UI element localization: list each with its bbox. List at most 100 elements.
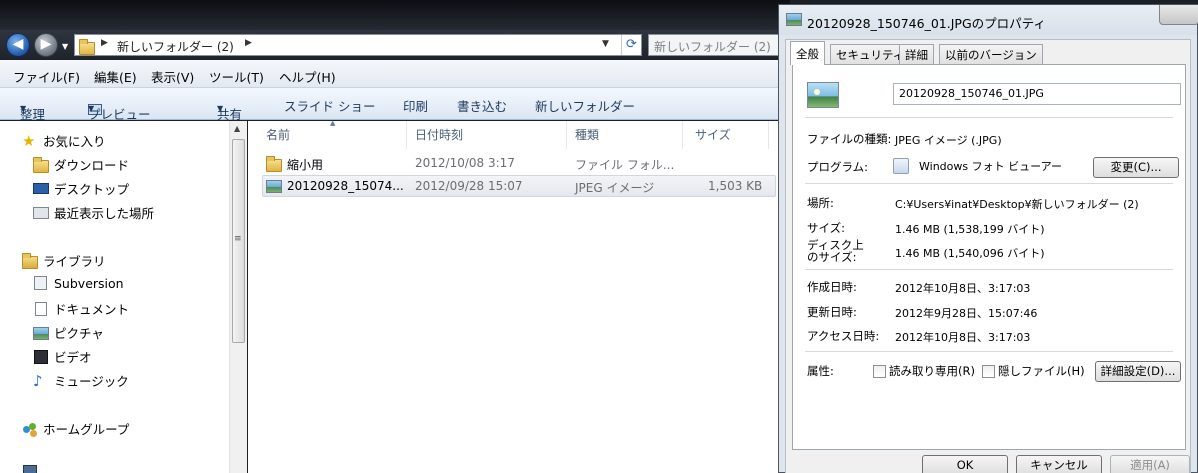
filetype-value: JPEG イメージ (.JPG)	[895, 134, 1002, 147]
menu-edit[interactable]: 編集(E)	[94, 67, 137, 86]
photo-viewer-icon	[893, 158, 909, 174]
breadcrumb-separator-icon[interactable]: ▶	[101, 38, 108, 48]
checkbox-box[interactable]	[982, 364, 995, 378]
menu-tools[interactable]: ツール(T)	[209, 67, 264, 86]
computer-icon	[22, 463, 38, 473]
nav-item-favorites[interactable]: ★ お気に入り	[22, 131, 106, 150]
chevron-down-icon: ▼	[88, 104, 95, 113]
column-divider[interactable]	[682, 121, 683, 149]
close-button[interactable]	[1159, 5, 1198, 25]
change-program-button[interactable]: 変更(C)...	[1093, 157, 1179, 178]
disk-size-value: 1.46 MB (1,540,096 バイト)	[895, 247, 1045, 260]
separator	[805, 117, 1173, 118]
column-divider[interactable]	[768, 121, 769, 149]
disk-size-label-line2: のサイズ:	[807, 250, 857, 264]
column-header-name[interactable]: 名前	[266, 126, 290, 143]
menu-view[interactable]: 表示(V)	[151, 67, 194, 86]
nav-label: ドキュメント	[54, 302, 130, 317]
nav-label: ピクチャ	[54, 326, 104, 341]
print-button[interactable]: 印刷	[403, 96, 428, 115]
nav-item-computer[interactable]	[22, 463, 43, 473]
sort-ascending-icon: ▲	[330, 119, 336, 127]
advanced-button[interactable]: 詳細設定(D)...	[1095, 361, 1181, 382]
library-icon	[22, 252, 38, 269]
tab-previous-versions[interactable]: 以前のバージョン	[939, 44, 1043, 64]
ok-button[interactable]: OK	[922, 455, 1008, 473]
column-divider[interactable]	[566, 121, 567, 149]
nav-item-homegroup[interactable]: ホームグループ	[22, 419, 129, 438]
readonly-checkbox[interactable]: 読み取り専用(R)	[873, 363, 975, 379]
size-value: 1.46 MB (1,538,199 バイト)	[895, 223, 1045, 236]
tab-details[interactable]: 詳細	[899, 44, 934, 64]
chevron-down-icon: ▼	[217, 104, 224, 113]
column-header-type[interactable]: 種類	[575, 126, 599, 143]
nav-label: ライブラリ	[43, 254, 106, 269]
menu-help[interactable]: ヘルプ(H)	[279, 67, 336, 86]
filename-field[interactable]: 20120928_150746_01.JPG	[893, 83, 1181, 105]
checkbox-label: 隠しファイル(H)	[998, 364, 1085, 378]
menu-file[interactable]: ファイル(F)	[13, 67, 80, 86]
nav-item-documents[interactable]: ドキュメント	[33, 299, 129, 318]
column-header-size[interactable]: サイズ	[695, 126, 731, 143]
address-bar[interactable]: ▶ 新しいフォルダー (2) ▶ ▼ ⟳	[74, 34, 642, 56]
filetype-label: ファイルの種類:	[807, 132, 892, 146]
recent-places-icon	[33, 205, 49, 221]
nav-item-desktop[interactable]: デスクトップ	[33, 179, 129, 198]
file-type: ファイル フォル...	[575, 158, 675, 172]
back-button[interactable]: ◀	[6, 33, 30, 57]
search-input[interactable]: 新しいフォルダー (2)	[648, 34, 788, 56]
explorer-window: ◀ ▶ ▼ ▶ 新しいフォルダー (2) ▶ ▼ ⟳ 新しいフォルダー (2) …	[0, 0, 790, 473]
column-label: 名前	[266, 128, 291, 142]
nav-label: ダウンロード	[54, 158, 130, 173]
command-bar: 整理 ▼ プレビュー ▼ 共有 ▼ スライド ショー 印刷 書き込む 新しいフォ…	[0, 88, 790, 122]
slideshow-button[interactable]: スライド ショー	[284, 96, 375, 115]
nav-item-music[interactable]: ♪ ミュージック	[33, 371, 129, 390]
modified-value: 2012年9月28日、15:07:46	[895, 307, 1038, 320]
created-value: 2012年10月8日、3:17:03	[895, 282, 1031, 295]
dialog-title-bar[interactable]: 20120928_150746_01.JPGのプロパティ	[779, 5, 1198, 35]
refresh-icon[interactable]: ⟳	[621, 35, 641, 55]
chevron-down-icon: ▼	[20, 104, 27, 113]
nav-item-libraries[interactable]: ライブラリ	[22, 251, 106, 270]
address-bar-area: ◀ ▶ ▼ ▶ 新しいフォルダー (2) ▶ ▼ ⟳ 新しいフォルダー (2)	[0, 30, 790, 60]
nav-item-recent-places[interactable]: 最近表示した場所	[33, 203, 154, 222]
hidden-checkbox[interactable]: 隠しファイル(H)	[982, 363, 1085, 379]
file-row-jpeg[interactable]: 20120928_15074... 2012/09/28 15:07 JPEG …	[262, 175, 776, 197]
file-type: JPEG イメージ	[575, 181, 655, 195]
navigation-pane: ★ お気に入り ダウンロード デスクトップ 最近表示した場所 ライブラリ Sub…	[0, 121, 247, 473]
column-divider[interactable]	[406, 121, 407, 149]
program-label: プログラム:	[807, 160, 869, 174]
modified-label: 更新日時:	[807, 305, 857, 319]
nav-item-downloads[interactable]: ダウンロード	[33, 155, 129, 174]
nav-label: 最近表示した場所	[54, 206, 155, 221]
scroll-up-icon[interactable]: ▲	[234, 124, 240, 133]
dialog-body: 全般 セキュリティ 詳細 以前のバージョン 20120928_150746_01…	[785, 39, 1191, 473]
homegroup-icon	[22, 421, 38, 437]
videos-icon	[33, 349, 49, 365]
nav-item-pictures[interactable]: ピクチャ	[33, 323, 104, 342]
nav-label: ビデオ	[54, 350, 92, 365]
nav-item-videos[interactable]: ビデオ	[33, 347, 92, 366]
program-value: Windows フォト ビューアー	[919, 160, 1062, 173]
breadcrumb-separator-icon[interactable]: ▶	[245, 38, 252, 48]
file-date: 2012/09/28 15:07	[415, 179, 523, 193]
column-header-date[interactable]: 日付時刻	[415, 126, 463, 143]
separator	[805, 351, 1173, 352]
breadcrumb-current-folder[interactable]: 新しいフォルダー (2)	[117, 38, 234, 55]
burn-button[interactable]: 書き込む	[457, 96, 507, 115]
apply-button[interactable]: 適用(A)	[1110, 455, 1190, 473]
recent-pages-dropdown-icon[interactable]: ▼	[62, 42, 68, 51]
new-folder-button[interactable]: 新しいフォルダー	[535, 96, 635, 115]
nav-item-subversion[interactable]: Subversion	[33, 275, 124, 291]
checkbox-box[interactable]	[873, 364, 886, 378]
documents-icon	[33, 301, 49, 317]
nav-label: デスクトップ	[54, 182, 130, 197]
star-icon: ★	[22, 131, 36, 150]
address-dropdown-icon[interactable]: ▼	[602, 39, 609, 49]
forward-button[interactable]: ▶	[34, 33, 58, 57]
tab-general[interactable]: 全般	[790, 41, 825, 65]
cancel-button[interactable]: キャンセル	[1016, 455, 1102, 473]
separator	[805, 269, 1173, 270]
nav-pane-scrollbar[interactable]: ▲ ≡	[229, 121, 247, 473]
file-row-folder[interactable]: 縮小用 2012/10/08 3:17 ファイル フォル...	[262, 153, 776, 175]
